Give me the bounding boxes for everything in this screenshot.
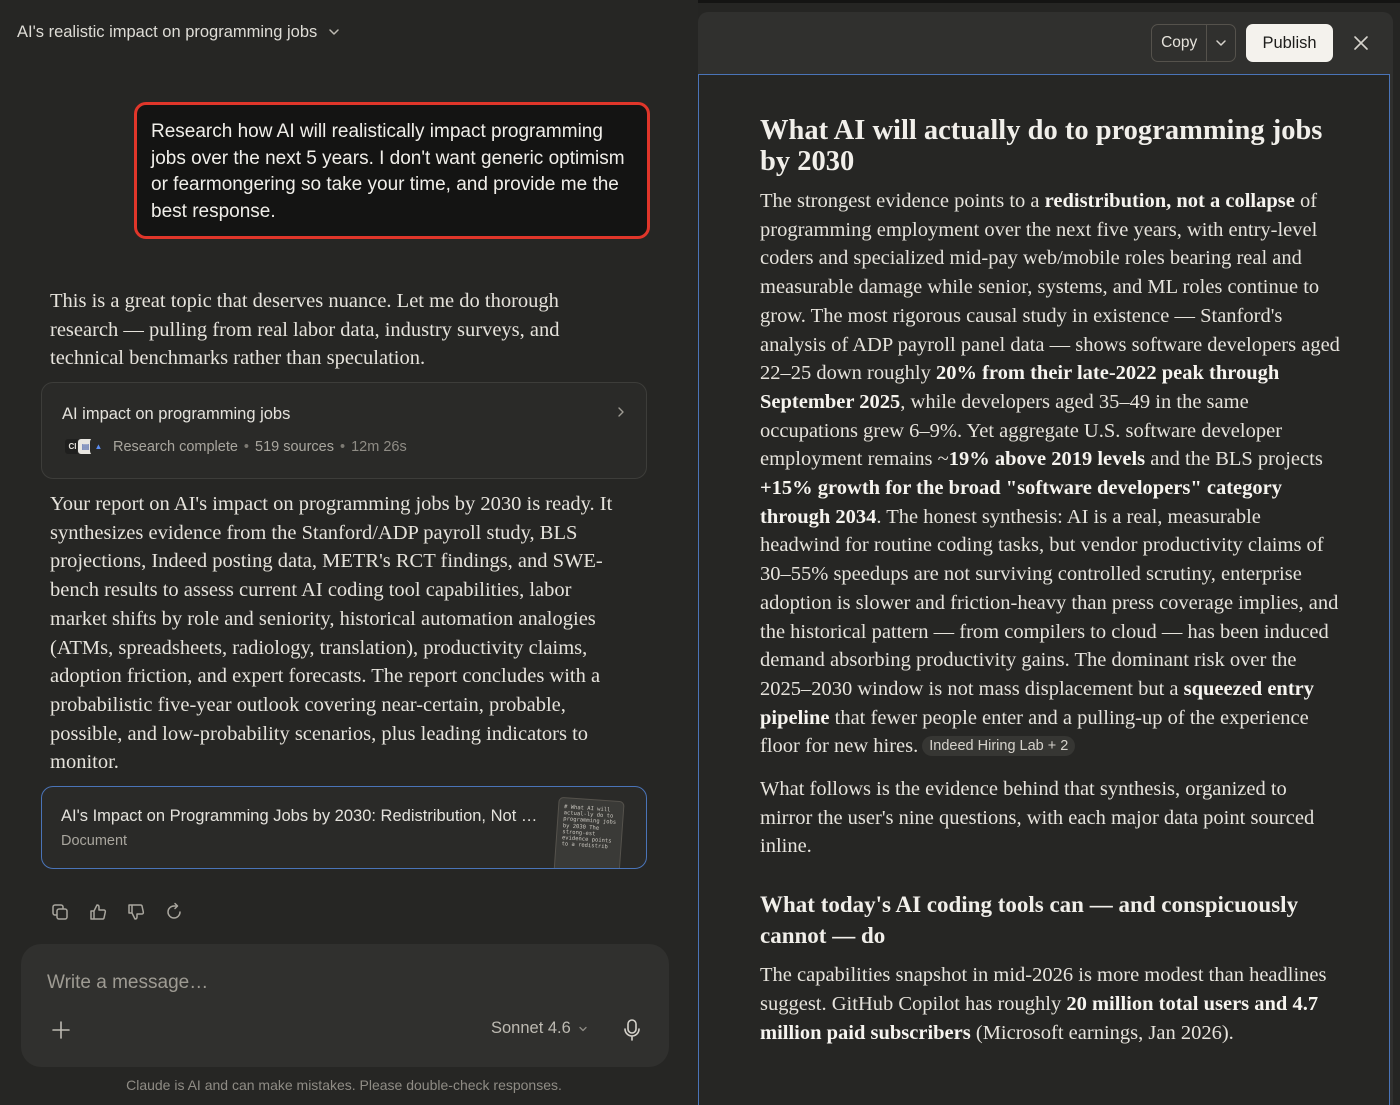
copy-options-dropdown[interactable] (1207, 25, 1235, 61)
research-status-card[interactable]: AI impact on programming jobs CI ▤ ▲ Res… (41, 382, 647, 479)
copy-message-button[interactable] (48, 900, 72, 924)
artifact-panel: Copy Publish What AI will actually do to… (698, 12, 1393, 1105)
model-name: Sonnet 4.6 (491, 1019, 571, 1037)
message-composer: Sonnet 4.6 (21, 944, 669, 1067)
document-paragraph-3: The capabilities snapshot in mid-2026 is… (760, 964, 1327, 1044)
microphone-icon[interactable] (621, 1018, 643, 1042)
chevron-down-icon (579, 1026, 587, 1031)
document-artifact-card[interactable]: AI's Impact on Programming Jobs by 2030:… (41, 786, 647, 869)
research-card-meta: CI ▤ ▲ Research complete • 519 sources •… (64, 438, 407, 455)
publish-button[interactable]: Publish (1246, 24, 1333, 62)
thumbs-up-button[interactable] (86, 900, 110, 924)
research-status: Research complete (113, 438, 238, 455)
assistant-summary-text: Your report on AI's impact on programmin… (50, 493, 613, 774)
copy-button[interactable]: Copy (1152, 25, 1208, 61)
citation-chip[interactable]: Indeed Hiring Lab + 2 (922, 736, 1076, 757)
disclaimer-text: Claude is AI and can make mistakes. Plea… (126, 1077, 562, 1093)
document-thumbnail: # What AI will actual-ly do to programmi… (553, 796, 625, 868)
message-input[interactable] (47, 968, 607, 998)
document-card-type: Document (61, 833, 128, 849)
conversation-title: AI's realistic impact on programming job… (17, 22, 318, 41)
close-icon[interactable] (1351, 33, 1371, 53)
copy-button-group: Copy (1151, 24, 1236, 62)
conversation-title-menu[interactable]: AI's realistic impact on programming job… (17, 21, 341, 43)
meta-separator: • (340, 438, 346, 455)
meta-separator: • (243, 438, 249, 455)
chevron-down-icon (329, 29, 340, 35)
document-paragraph-2: What follows is the evidence behind that… (760, 778, 1315, 858)
thumbs-down-button[interactable] (124, 900, 148, 924)
retry-icon (167, 902, 181, 919)
document-content: What AI will actually do to programming … (760, 115, 1340, 1061)
document-viewer[interactable]: What AI will actually do to programming … (698, 74, 1390, 1105)
thumbs-down-icon (128, 904, 145, 920)
research-duration: 12m 26s (351, 438, 407, 455)
document-paragraph-1: The strongest evidence points to a redis… (760, 190, 1340, 758)
source-icons: CI ▤ ▲ (64, 438, 107, 455)
retry-button[interactable] (162, 900, 186, 924)
document-card-title: AI's Impact on Programming Jobs by 2030:… (61, 807, 546, 825)
chevron-down-icon (1216, 40, 1226, 46)
document-subheading: What today's AI coding tools can — and c… (760, 892, 1299, 949)
assistant-intro-text: This is a great topic that deserves nuan… (50, 290, 560, 370)
message-action-bar (48, 900, 186, 924)
chat-pane: AI's realistic impact on programming job… (0, 0, 698, 1105)
model-selector[interactable]: Sonnet 4.6 (491, 1019, 589, 1038)
research-source-count: 519 sources (255, 438, 334, 455)
chevron-right-icon (618, 407, 624, 417)
document-heading: What AI will actually do to programming … (760, 115, 1323, 177)
thumbs-up-icon (90, 904, 107, 920)
research-card-title: AI impact on programming jobs (62, 405, 291, 423)
user-message: Research how AI will realistically impac… (134, 102, 650, 239)
copy-icon (52, 904, 68, 920)
source-icon-triangle: ▲ (90, 438, 107, 455)
plus-icon[interactable] (51, 1020, 71, 1040)
